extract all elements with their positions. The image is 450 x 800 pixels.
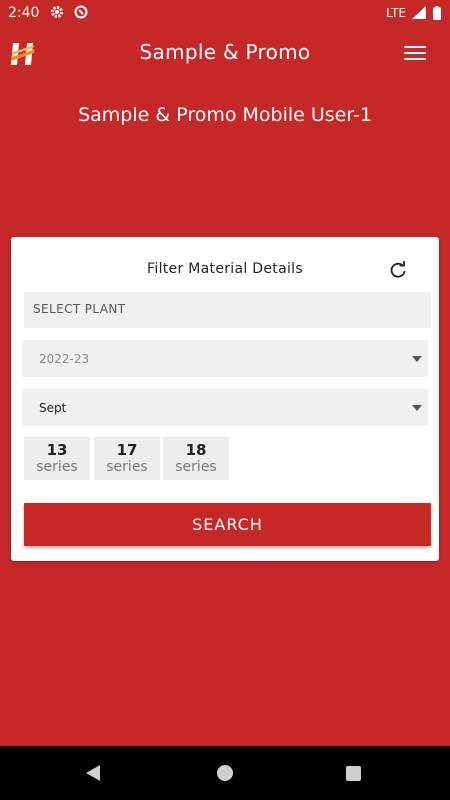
series-number: 13 bbox=[46, 441, 68, 459]
series-label: series bbox=[106, 459, 148, 475]
financial-year-value: 2022-23 bbox=[39, 352, 90, 366]
app-title: Sample & Promo bbox=[139, 40, 311, 64]
battery-icon bbox=[433, 6, 441, 24]
series-button-13[interactable]: 13 series bbox=[24, 437, 90, 480]
sync-icon bbox=[74, 5, 88, 23]
series-button-17[interactable]: 17 series bbox=[94, 437, 160, 480]
network-type: LTE bbox=[386, 6, 406, 20]
hamburger-menu-icon[interactable] bbox=[404, 46, 426, 62]
dropdown-arrow-icon bbox=[412, 356, 422, 362]
select-plant-field[interactable]: SELECT PLANT bbox=[24, 292, 431, 328]
series-label: series bbox=[36, 459, 78, 475]
back-icon[interactable] bbox=[86, 765, 100, 781]
month-value: Sept bbox=[39, 401, 67, 415]
user-title: Sample & Promo Mobile User-1 bbox=[78, 104, 372, 126]
financial-year-select[interactable]: 2022-23 bbox=[22, 340, 428, 377]
home-icon[interactable] bbox=[217, 765, 233, 781]
app-bar: Sample & Promo bbox=[0, 26, 450, 82]
filter-card: Filter Material Details SELECT PLANT 202… bbox=[11, 237, 439, 561]
month-select[interactable]: Sept bbox=[22, 389, 428, 426]
refresh-icon[interactable] bbox=[387, 259, 409, 281]
gear-icon bbox=[50, 5, 64, 23]
recents-icon[interactable] bbox=[346, 766, 361, 781]
series-label: series bbox=[175, 459, 217, 475]
search-button[interactable]: SEARCH bbox=[24, 503, 431, 546]
select-plant-placeholder: SELECT PLANT bbox=[33, 302, 126, 316]
status-bar: 2:40 LTE bbox=[0, 0, 450, 26]
series-button-18[interactable]: 18 series bbox=[163, 437, 229, 480]
series-number: 17 bbox=[116, 441, 138, 459]
navigation-bar bbox=[0, 746, 450, 800]
signal-icon bbox=[412, 6, 426, 23]
dropdown-arrow-icon bbox=[412, 405, 422, 411]
card-title: Filter Material Details bbox=[147, 261, 303, 277]
series-number: 18 bbox=[185, 441, 207, 459]
status-time: 2:40 bbox=[8, 5, 40, 21]
